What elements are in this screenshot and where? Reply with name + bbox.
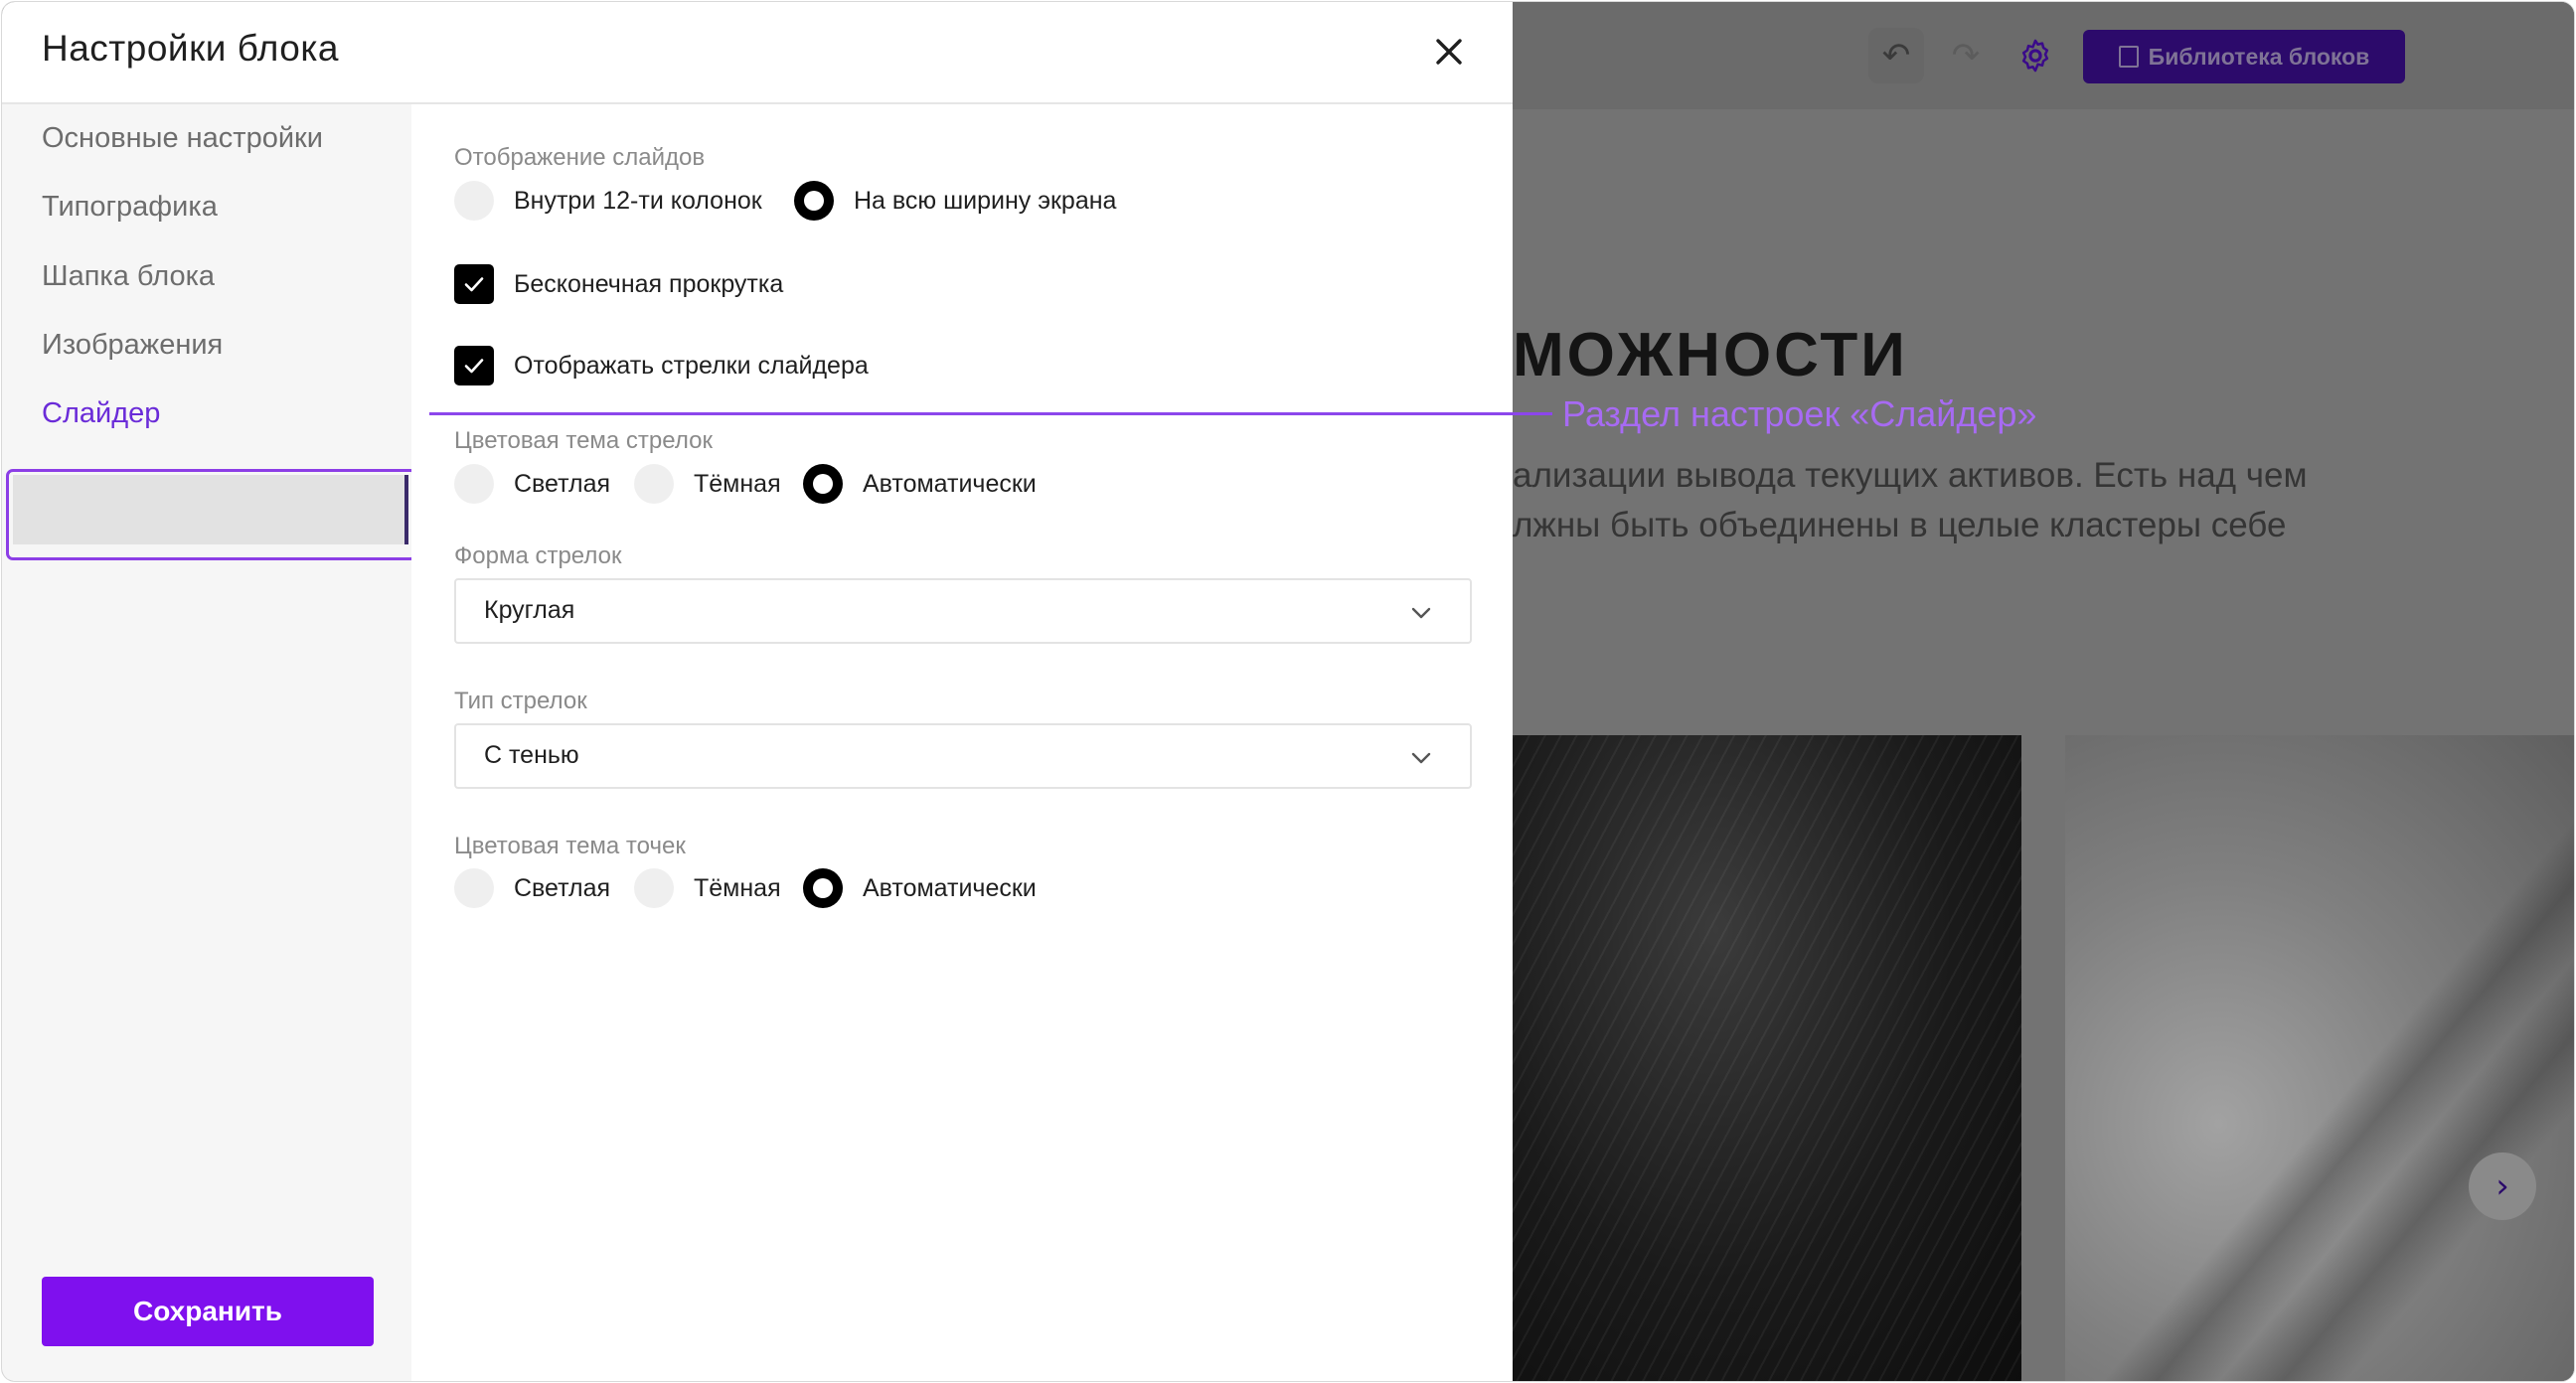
slider-next-button[interactable]: › xyxy=(2469,1152,2536,1220)
highlight-frame xyxy=(6,469,417,560)
sidebar-item-header[interactable]: Шапка блока xyxy=(42,260,215,293)
dialog-title: Настройки блока xyxy=(42,28,339,69)
radio-full-width-label: На всю ширину экрана xyxy=(854,187,1117,215)
show-arrows-checkbox[interactable] xyxy=(454,346,494,385)
radio-inside-columns-label: Внутри 12-ти колонок xyxy=(514,187,762,215)
editor-toolbar: ↶ ↷ Библиотека блоков xyxy=(1513,2,2574,109)
undo-button[interactable]: ↶ xyxy=(1868,28,1924,83)
redo-button[interactable]: ↷ xyxy=(1938,28,1994,83)
arrow-type-label: Тип стрелок xyxy=(454,688,587,714)
page-text-line: ализации вывода текущих активов. Есть на… xyxy=(1513,456,2308,495)
chevron-down-icon xyxy=(1411,752,1431,764)
screen-frame: ↶ ↷ Библиотека блоков МОЖНОСТИ ализации … xyxy=(1,1,2575,1382)
slide-image xyxy=(2065,735,2574,1381)
radio-arrow-light-label: Светлая xyxy=(514,470,611,498)
radio-dot-light-label: Светлая xyxy=(514,874,611,902)
radio-arrow-dark[interactable] xyxy=(634,464,674,504)
page-heading: МОЖНОСТИ xyxy=(1513,321,1908,389)
chevron-down-icon xyxy=(1411,607,1431,619)
radio-dot-dark-label: Тёмная xyxy=(694,874,781,902)
block-settings-dialog: Настройки блока Основные настройки Типог… xyxy=(2,2,1513,1381)
close-icon xyxy=(1436,39,1462,65)
redo-icon: ↷ xyxy=(1951,36,1981,76)
library-icon xyxy=(2118,46,2139,68)
checkmark-icon xyxy=(464,359,484,374)
dialog-header: Настройки блока xyxy=(2,2,1513,104)
slide-display-label: Отображение слайдов xyxy=(454,144,706,171)
arrow-type-select[interactable]: С тенью xyxy=(454,723,1472,789)
checkmark-icon xyxy=(464,277,484,292)
page-text: ализации вывода текущих активов. Есть на… xyxy=(1513,451,2308,550)
close-button[interactable] xyxy=(1429,32,1469,72)
arrow-shape-select[interactable]: Круглая xyxy=(454,578,1472,644)
settings-button[interactable] xyxy=(2008,28,2063,83)
annotation-line xyxy=(429,412,1552,415)
radio-dot-auto-label: Автоматически xyxy=(863,874,1037,902)
block-library-button[interactable]: Библиотека блоков xyxy=(2083,30,2405,83)
radio-inside-columns[interactable] xyxy=(454,181,494,221)
gear-icon xyxy=(2021,39,2049,73)
radio-arrow-auto-label: Автоматически xyxy=(863,470,1037,498)
save-button[interactable]: Сохранить xyxy=(42,1277,374,1346)
settings-sidebar: Основные настройки Типографика Шапка бло… xyxy=(2,104,417,1381)
sidebar-item-typography[interactable]: Типографика xyxy=(42,191,218,224)
undo-icon: ↶ xyxy=(1881,36,1911,76)
arrow-color-theme-label: Цветовая тема стрелок xyxy=(454,427,713,454)
radio-dot-light[interactable] xyxy=(454,868,494,908)
block-library-label: Библиотека блоков xyxy=(2148,43,2370,70)
radio-arrow-light[interactable] xyxy=(454,464,494,504)
radio-arrow-dark-label: Тёмная xyxy=(694,470,781,498)
sidebar-item-images[interactable]: Изображения xyxy=(42,329,223,362)
arrow-shape-value: Круглая xyxy=(484,596,575,624)
infinite-scroll-label: Бесконечная прокрутка xyxy=(514,270,784,298)
sidebar-item-basic[interactable]: Основные настройки xyxy=(42,122,323,155)
annotation-label: Раздел настроек «Слайдер» xyxy=(1562,393,2037,434)
show-arrows-label: Отображать стрелки слайдера xyxy=(514,352,869,380)
slide-image xyxy=(1513,735,2021,1381)
chevron-right-icon: › xyxy=(2496,1166,2509,1206)
dot-color-theme-label: Цветовая тема точек xyxy=(454,833,686,859)
radio-arrow-auto[interactable] xyxy=(803,464,843,504)
background-page: ↶ ↷ Библиотека блоков МОЖНОСТИ ализации … xyxy=(1513,2,2574,1381)
arrow-shape-label: Форма стрелок xyxy=(454,542,622,569)
sidebar-item-slider-label: Слайдер xyxy=(42,397,161,429)
arrow-type-value: С тенью xyxy=(484,741,579,769)
slider-settings-panel: Отображение слайдов Внутри 12-ти колонок… xyxy=(411,104,1513,1381)
radio-full-width[interactable] xyxy=(794,181,834,221)
infinite-scroll-checkbox[interactable] xyxy=(454,264,494,304)
page-text-line: лжны быть объединены в целые кластеры се… xyxy=(1513,506,2287,544)
radio-dot-dark[interactable] xyxy=(634,868,674,908)
radio-dot-auto[interactable] xyxy=(803,868,843,908)
